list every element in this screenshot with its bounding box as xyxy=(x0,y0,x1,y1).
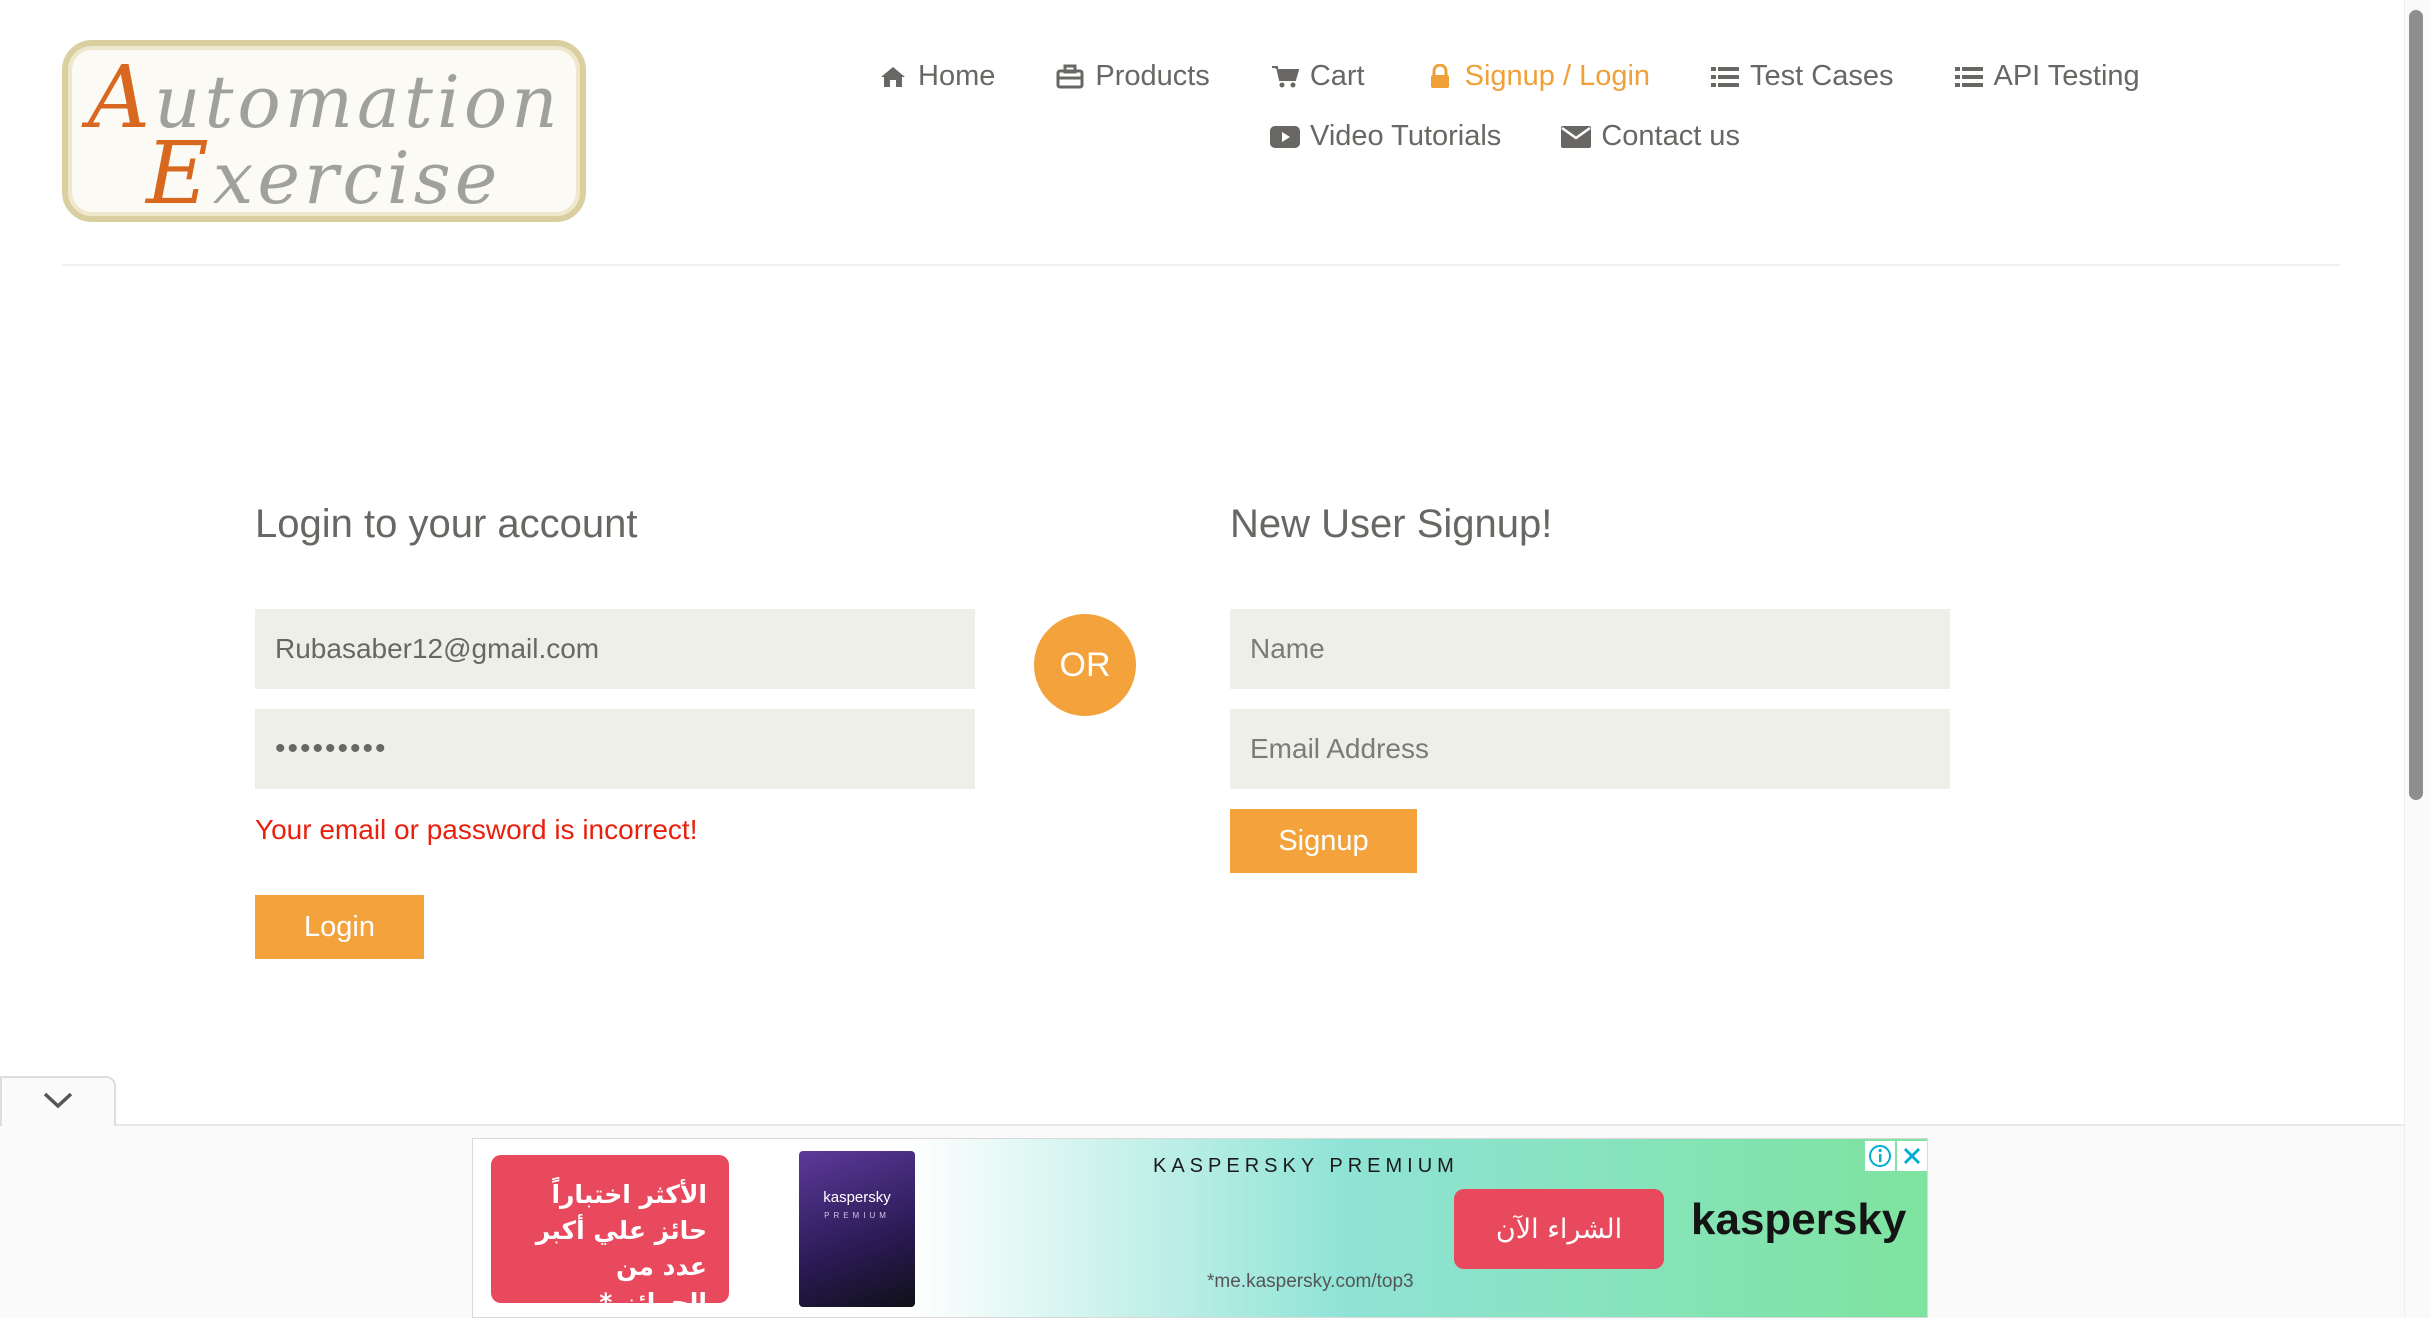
nav-test-cases[interactable]: Test Cases xyxy=(1710,60,1894,93)
header-divider xyxy=(62,264,2340,266)
login-error-message: Your email or password is incorrect! xyxy=(255,814,698,845)
ad-brand-logo: kaspersky xyxy=(1691,1195,1907,1244)
ad-promo-text: الأكثر اختباراً حائز علي أكبر عدد من الج… xyxy=(491,1155,729,1317)
signup-email-field[interactable] xyxy=(1230,709,1950,789)
nav-contact-us[interactable]: Contact us xyxy=(1561,120,1740,153)
ad-headline: KASPERSKY PREMIUM xyxy=(1153,1155,1459,1177)
ad-product-box-image: kaspersky PREMIUM xyxy=(799,1151,915,1307)
youtube-play-icon xyxy=(1270,122,1300,152)
main-nav: Home Products Cart Signup / Login Test C… xyxy=(878,60,2200,93)
nav-products[interactable]: Products xyxy=(1055,60,1210,93)
cart-icon xyxy=(1270,62,1300,92)
ad-collapse-tab[interactable] xyxy=(0,1076,116,1126)
nav-signup-login-label: Signup / Login xyxy=(1464,60,1651,92)
envelope-icon xyxy=(1561,122,1592,152)
nav-cart[interactable]: Cart xyxy=(1270,60,1365,93)
login-password-field[interactable] xyxy=(255,709,975,789)
signup-button[interactable]: Signup xyxy=(1230,809,1417,873)
login-email-field[interactable] xyxy=(255,609,975,689)
logo-line-2: Exercise xyxy=(146,124,502,224)
ad-buy-now-button[interactable]: الشراء الآن xyxy=(1454,1189,1664,1269)
ad-footnote: *me.kaspersky.com/top3 xyxy=(1207,1271,1414,1292)
chevron-down-icon xyxy=(42,1091,74,1114)
nav-test-cases-label: Test Cases xyxy=(1750,60,1894,92)
signup-heading: New User Signup! xyxy=(1230,502,1553,546)
nav-api-testing-label: API Testing xyxy=(1993,60,2140,92)
nav-home[interactable]: Home xyxy=(878,60,995,93)
site-logo[interactable]: Automation Exercise xyxy=(62,40,586,224)
login-heading: Login to your account xyxy=(255,502,638,546)
main-nav-row-2: Video Tutorials Contact us xyxy=(1270,120,1800,153)
home-icon xyxy=(878,62,908,92)
kaspersky-ad-banner[interactable]: الأكثر اختباراً حائز علي أكبر عدد من الج… xyxy=(472,1138,1928,1318)
lock-icon xyxy=(1425,62,1455,92)
login-button[interactable]: Login xyxy=(255,895,424,959)
nav-home-label: Home xyxy=(918,60,996,92)
list-icon xyxy=(1954,62,1984,92)
nav-video-tutorials[interactable]: Video Tutorials xyxy=(1270,120,1501,153)
ad-info-icon[interactable] xyxy=(1865,1141,1895,1171)
ad-product-brand: kaspersky xyxy=(823,1189,891,1206)
nav-cart-label: Cart xyxy=(1309,60,1365,92)
nav-video-tutorials-label: Video Tutorials xyxy=(1310,120,1502,152)
or-divider-badge: OR xyxy=(1034,614,1136,716)
nav-products-label: Products xyxy=(1095,60,1210,92)
nav-contact-us-label: Contact us xyxy=(1601,120,1740,152)
ad-close-icon[interactable] xyxy=(1897,1141,1927,1171)
ad-product-sub: PREMIUM xyxy=(824,1211,890,1220)
briefcase-icon xyxy=(1055,62,1085,92)
nav-api-testing[interactable]: API Testing xyxy=(1954,60,2140,93)
signup-name-field[interactable] xyxy=(1230,609,1950,689)
nav-signup-login[interactable]: Signup / Login xyxy=(1425,60,1650,93)
list-icon xyxy=(1710,62,1740,92)
page-scrollbar-thumb[interactable] xyxy=(2409,10,2423,800)
